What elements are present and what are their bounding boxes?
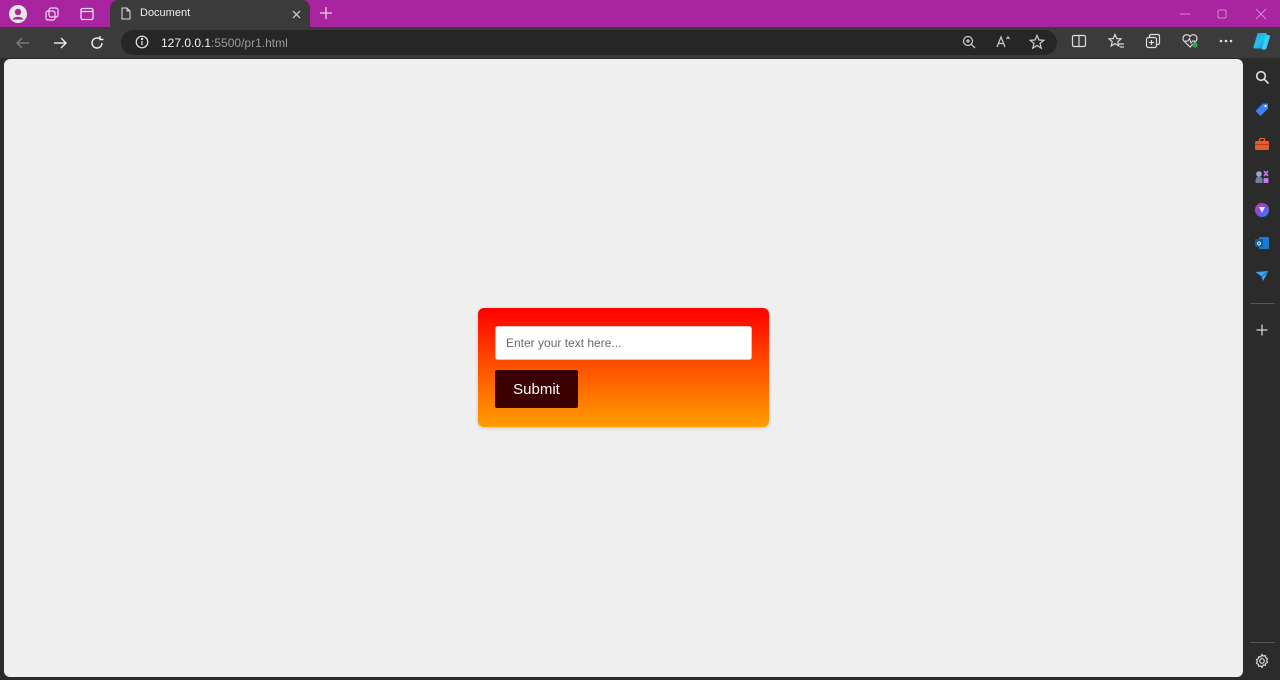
sidebar-divider-bottom bbox=[1250, 642, 1275, 643]
new-tab-icon[interactable] bbox=[318, 5, 334, 26]
more-icon[interactable] bbox=[1218, 33, 1234, 54]
text-input[interactable] bbox=[495, 326, 752, 360]
minimize-icon[interactable] bbox=[1179, 7, 1191, 25]
tab-title: Document bbox=[140, 7, 191, 19]
sidebar-divider bbox=[1250, 303, 1275, 304]
copilot-icon[interactable] bbox=[1252, 31, 1272, 56]
url-text[interactable]: 127.0.0.1:5500/pr1.html bbox=[161, 36, 288, 50]
active-tab[interactable]: Document bbox=[110, 0, 310, 27]
document-icon bbox=[120, 7, 132, 25]
browser-toolbar: 127.0.0.1:5500/pr1.html bbox=[0, 27, 1280, 58]
favorite-star-icon[interactable] bbox=[1028, 34, 1046, 55]
workspaces-icon[interactable] bbox=[42, 4, 62, 24]
submit-button[interactable]: Submit bbox=[495, 370, 578, 408]
add-icon[interactable] bbox=[1253, 321, 1271, 339]
favorites-icon[interactable] bbox=[1107, 33, 1125, 54]
search-icon[interactable] bbox=[1253, 68, 1271, 86]
close-tab-icon[interactable] bbox=[291, 7, 302, 25]
shopping-icon[interactable] bbox=[1253, 101, 1271, 119]
outlook-icon[interactable]: o bbox=[1253, 234, 1271, 252]
tab-actions-icon[interactable] bbox=[77, 4, 97, 24]
zoom-icon[interactable] bbox=[961, 34, 977, 55]
refresh-icon[interactable] bbox=[87, 33, 107, 53]
split-screen-icon[interactable] bbox=[1071, 33, 1087, 54]
url-host: 127.0.0.1 bbox=[161, 36, 212, 50]
send-icon[interactable] bbox=[1253, 267, 1271, 285]
edge-sidebar: o bbox=[1245, 59, 1280, 680]
address-bar[interactable]: 127.0.0.1:5500/pr1.html bbox=[121, 30, 1057, 55]
collections-icon[interactable] bbox=[1145, 33, 1161, 54]
settings-icon[interactable] bbox=[1253, 652, 1271, 670]
svg-text:o: o bbox=[1257, 241, 1261, 248]
games-icon[interactable] bbox=[1253, 168, 1271, 186]
browser-essentials-icon[interactable] bbox=[1181, 33, 1199, 54]
tools-icon[interactable] bbox=[1253, 135, 1271, 153]
title-bar: Document bbox=[0, 0, 1280, 27]
site-info-icon[interactable] bbox=[135, 35, 149, 54]
restore-icon[interactable] bbox=[1216, 7, 1228, 25]
url-path: :5500/pr1.html bbox=[211, 36, 288, 50]
read-aloud-icon[interactable] bbox=[995, 34, 1011, 55]
back-icon[interactable] bbox=[13, 33, 33, 53]
microsoft365-icon[interactable] bbox=[1253, 201, 1271, 219]
form-card: Submit bbox=[478, 308, 769, 427]
close-window-icon[interactable] bbox=[1255, 7, 1267, 25]
profile-icon[interactable] bbox=[8, 4, 28, 24]
forward-icon[interactable] bbox=[50, 33, 70, 53]
page-viewport: Submit bbox=[4, 59, 1243, 677]
